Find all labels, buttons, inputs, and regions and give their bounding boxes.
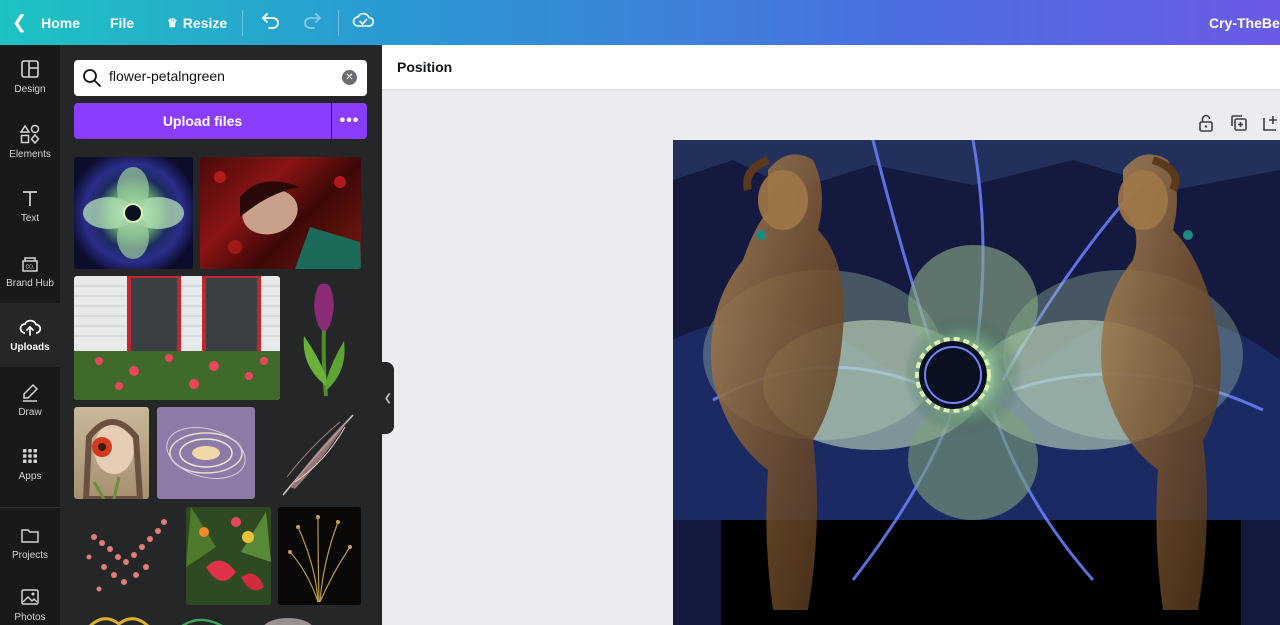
upload-thumbnail-fern[interactable] <box>74 507 178 605</box>
upload-thumbnail-feather[interactable] <box>265 407 361 499</box>
chevron-left-icon: ❮ <box>12 12 28 32</box>
more-options-button[interactable]: ••• <box>332 103 367 139</box>
search-input[interactable] <box>109 68 329 84</box>
file-menu-button[interactable]: File <box>110 0 134 45</box>
resize-label: Resize <box>182 14 228 31</box>
anthurium-bouquet-image <box>186 507 271 591</box>
image-icon <box>21 589 39 605</box>
layout-icon <box>21 60 39 78</box>
svg-text:CO.: CO. <box>26 265 35 271</box>
feather-image <box>282 414 354 496</box>
home-label: Home <box>41 14 80 31</box>
search-icon <box>83 69 101 87</box>
upload-thumbnail-window-flowers[interactable] <box>74 276 280 400</box>
window-with-flowers-image <box>74 276 280 400</box>
apps-grid-icon <box>23 449 37 463</box>
lock-icon[interactable] <box>1197 113 1215 138</box>
clear-search-icon[interactable]: ✕ <box>342 70 357 85</box>
fractal-statues-artwork <box>673 140 1280 625</box>
woman-in-roses-image <box>214 171 361 269</box>
upload-thumbnail-woman-roses[interactable] <box>200 157 361 269</box>
rail-item-photos[interactable]: Photos <box>0 576 60 625</box>
cloud-saved-icon[interactable] <box>352 10 375 35</box>
resize-button[interactable]: ♛ Resize <box>167 0 227 45</box>
upload-thumbnail-fractal[interactable] <box>74 157 193 269</box>
purple-tulip-image <box>303 283 345 397</box>
rail-item-label: Text <box>20 213 40 224</box>
document-title[interactable]: Cry-TheBelo <box>1209 0 1280 45</box>
brand-hub-icon: CO. <box>22 257 38 272</box>
upload-thumbnail-dried-flowers[interactable] <box>278 507 361 605</box>
uploads-panel: ✕ Upload files ••• <box>60 45 382 625</box>
shapes-icon <box>20 124 40 144</box>
rail-item-label: Apps <box>18 471 42 482</box>
left-rail: Design Elements Text CO. Brand Hub Uploa… <box>0 45 60 625</box>
upload-files-button[interactable]: Upload files <box>74 103 331 139</box>
rail-item-projects[interactable]: Projects <box>0 511 60 575</box>
rail-item-elements[interactable]: Elements <box>0 110 60 174</box>
upload-thumbnail-gold[interactable] <box>84 612 154 625</box>
pen-icon <box>23 383 39 402</box>
position-button[interactable]: Position <box>397 59 452 75</box>
rail-item-label: Design <box>14 84 46 95</box>
grey-texture-image <box>264 618 312 625</box>
upload-thumbnail-swirl[interactable] <box>157 407 255 499</box>
undo-icon[interactable] <box>260 9 282 36</box>
cloud-upload-icon <box>19 319 41 336</box>
rail-item-label: Photos <box>14 612 46 623</box>
upload-thumbnail-green[interactable] <box>172 612 227 625</box>
rail-item-uploads[interactable]: Uploads <box>0 303 60 367</box>
search-box[interactable]: ✕ <box>74 60 367 96</box>
text-icon <box>23 191 37 206</box>
rail-item-apps[interactable]: Apps <box>0 432 60 496</box>
top-bar: ❮ Home File ♛ Resize Cry-TheBelo <box>0 0 1280 45</box>
upload-thumbnail-girl-flower[interactable] <box>74 407 149 499</box>
duplicate-page-icon[interactable] <box>1229 113 1249 138</box>
pastel-swirl-image <box>166 427 246 479</box>
rail-item-design[interactable]: Design <box>0 45 60 109</box>
crown-icon: ♛ <box>167 15 178 30</box>
gold-ornament-image <box>88 617 150 625</box>
divider <box>242 10 243 36</box>
design-page[interactable] <box>673 140 1280 625</box>
rail-item-brand-hub[interactable]: CO. Brand Hub <box>0 239 60 303</box>
upload-thumbnail-tulip[interactable] <box>286 276 361 400</box>
dried-flowers-image <box>288 515 352 603</box>
file-label: File <box>110 14 135 31</box>
rail-item-label: Brand Hub <box>6 278 54 289</box>
rail-item-text[interactable]: Text <box>0 174 60 238</box>
context-toolbar: Position <box>382 45 1280 90</box>
upload-thumbnail-anthurium[interactable] <box>186 507 271 605</box>
girl-with-flower-image <box>82 419 144 499</box>
rail-item-label: Uploads <box>10 342 50 353</box>
upload-thumbnail-grey[interactable] <box>256 612 321 625</box>
rail-item-label: Draw <box>18 407 42 418</box>
home-button[interactable]: ❮ Home <box>12 0 80 45</box>
collapse-panel-button[interactable]: ❮ <box>382 362 394 434</box>
redo-icon[interactable] <box>301 9 323 36</box>
rail-divider <box>0 507 60 508</box>
fractal-flower-image <box>83 167 184 259</box>
rail-item-label: Elements <box>9 149 51 160</box>
coral-fern-image <box>86 519 167 592</box>
green-swirl-image <box>181 618 223 625</box>
divider <box>338 10 339 36</box>
add-page-icon[interactable] <box>1261 113 1280 138</box>
rail-item-draw[interactable]: Draw <box>0 368 60 432</box>
folder-icon <box>21 529 39 543</box>
rail-item-label: Projects <box>11 550 49 561</box>
